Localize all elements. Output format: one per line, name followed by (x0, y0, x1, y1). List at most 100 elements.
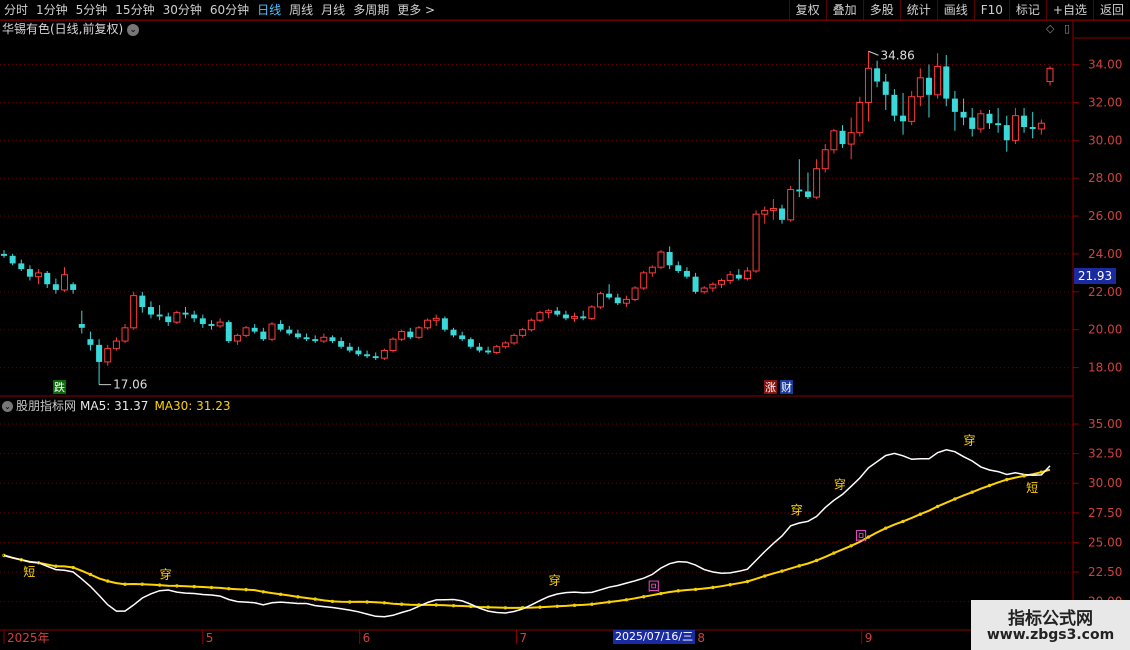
candle-body (571, 315, 579, 319)
candle-body (303, 337, 310, 340)
y-tick-label: 22.50 (1088, 565, 1122, 579)
candle-body (1011, 115, 1019, 141)
candle-body (666, 252, 673, 266)
candle-body (147, 306, 154, 315)
y-tick-label: 30.00 (1088, 133, 1122, 147)
y-tick-label: 24.00 (1088, 247, 1122, 261)
candle-body (415, 327, 423, 338)
candle-body (986, 113, 993, 124)
candle-body (199, 318, 206, 325)
candle-body (536, 312, 544, 321)
candle-body (769, 207, 777, 211)
candle-body (485, 350, 492, 353)
candle-body (355, 350, 362, 355)
candle-body (943, 66, 950, 99)
candle-body (277, 324, 284, 330)
candle-body (398, 331, 406, 340)
kline-chart[interactable]: 34.00 32.00 30.00 28.00 26.00 24.00 22.00 20.00… (0, 0, 1130, 650)
candle-body (35, 272, 43, 278)
candle-body (112, 340, 120, 350)
candle-body (251, 327, 258, 332)
signal-short-label: 短 (1026, 481, 1038, 495)
x-tick-label: 6 (363, 631, 371, 645)
ma5-line (3, 449, 1051, 618)
candle-body (951, 98, 958, 112)
candle-body (96, 344, 103, 362)
candle-body (839, 130, 846, 145)
candle-body (432, 317, 440, 321)
signal-back-label: 回 (648, 580, 660, 594)
candle-body (700, 287, 708, 293)
candle-body (346, 346, 353, 351)
high-pointer (868, 50, 879, 56)
watermark-title: 指标公式网 (1008, 609, 1093, 629)
y-tick-label: 30.00 (1088, 476, 1122, 490)
ma5-value: MA5: 31.37 (80, 399, 149, 413)
candle-body (78, 324, 85, 328)
candle-body (510, 334, 518, 344)
ma30-line (3, 468, 1051, 609)
candle-body (389, 338, 397, 352)
candle-body (527, 319, 535, 331)
candle-body (779, 208, 786, 220)
candle-body (847, 132, 855, 145)
candle-body (1037, 122, 1045, 130)
candle-body (683, 270, 690, 277)
chevron-down-icon[interactable]: ⌄ (2, 401, 13, 412)
x-tick-label: 5 (206, 631, 214, 645)
candle-body (312, 339, 319, 342)
candle-body (216, 321, 224, 327)
candle-body (1, 253, 7, 256)
candle-body (467, 339, 474, 347)
rise-marker: 涨 (765, 381, 776, 394)
candle-body (130, 295, 138, 329)
candle-body (675, 265, 682, 271)
candle-body (294, 333, 301, 338)
candle-body (87, 339, 94, 345)
watermark-url: www.zbgs3.com (986, 627, 1115, 643)
candle-body (364, 354, 371, 357)
y-tick-label: 28.00 (1088, 171, 1122, 185)
candle-body (925, 77, 932, 95)
candle-body (960, 111, 967, 118)
candle-body (242, 327, 250, 336)
candle-body (726, 274, 734, 281)
low-price-label: 17.06 (113, 378, 147, 392)
candle-body (441, 318, 448, 330)
candle-body (657, 251, 665, 268)
candle-body (545, 310, 553, 314)
indicator-name: 股朋指标网 (16, 399, 77, 413)
finance-marker: 财 (781, 380, 792, 394)
candle-body (173, 312, 181, 323)
ma30-value: MA30: 31.23 (154, 399, 231, 413)
candle-body (501, 342, 509, 348)
candle-body (459, 335, 466, 340)
candle-body (320, 336, 328, 342)
signal-cross-label: 穿 (160, 567, 172, 582)
candle-body (493, 346, 501, 353)
candle-body (614, 297, 621, 304)
candle-body (596, 293, 604, 308)
candle-body (735, 274, 742, 279)
candle-body (165, 316, 172, 323)
candle-body (208, 324, 215, 326)
candle-body (908, 96, 916, 122)
candle-body (692, 276, 699, 292)
candle-body (752, 213, 760, 272)
candle-body (856, 101, 864, 134)
x-tick-label: 2025年 (7, 631, 50, 645)
candle-body (969, 117, 976, 129)
candle-body (588, 306, 596, 319)
candle-body (26, 269, 33, 277)
x-tick-label: 9 (865, 631, 873, 645)
watermark-logo: 指标公式网 www.zbgs3.com (971, 600, 1130, 650)
candle-body (70, 284, 77, 290)
candle-body (804, 191, 811, 198)
candle-body (233, 334, 241, 342)
candle-body (52, 284, 59, 290)
candle-body (156, 314, 163, 317)
candle-body (554, 310, 561, 315)
candle-body (44, 272, 51, 285)
candle-body (606, 293, 613, 298)
y-tick-label: 20.00 (1088, 323, 1122, 337)
